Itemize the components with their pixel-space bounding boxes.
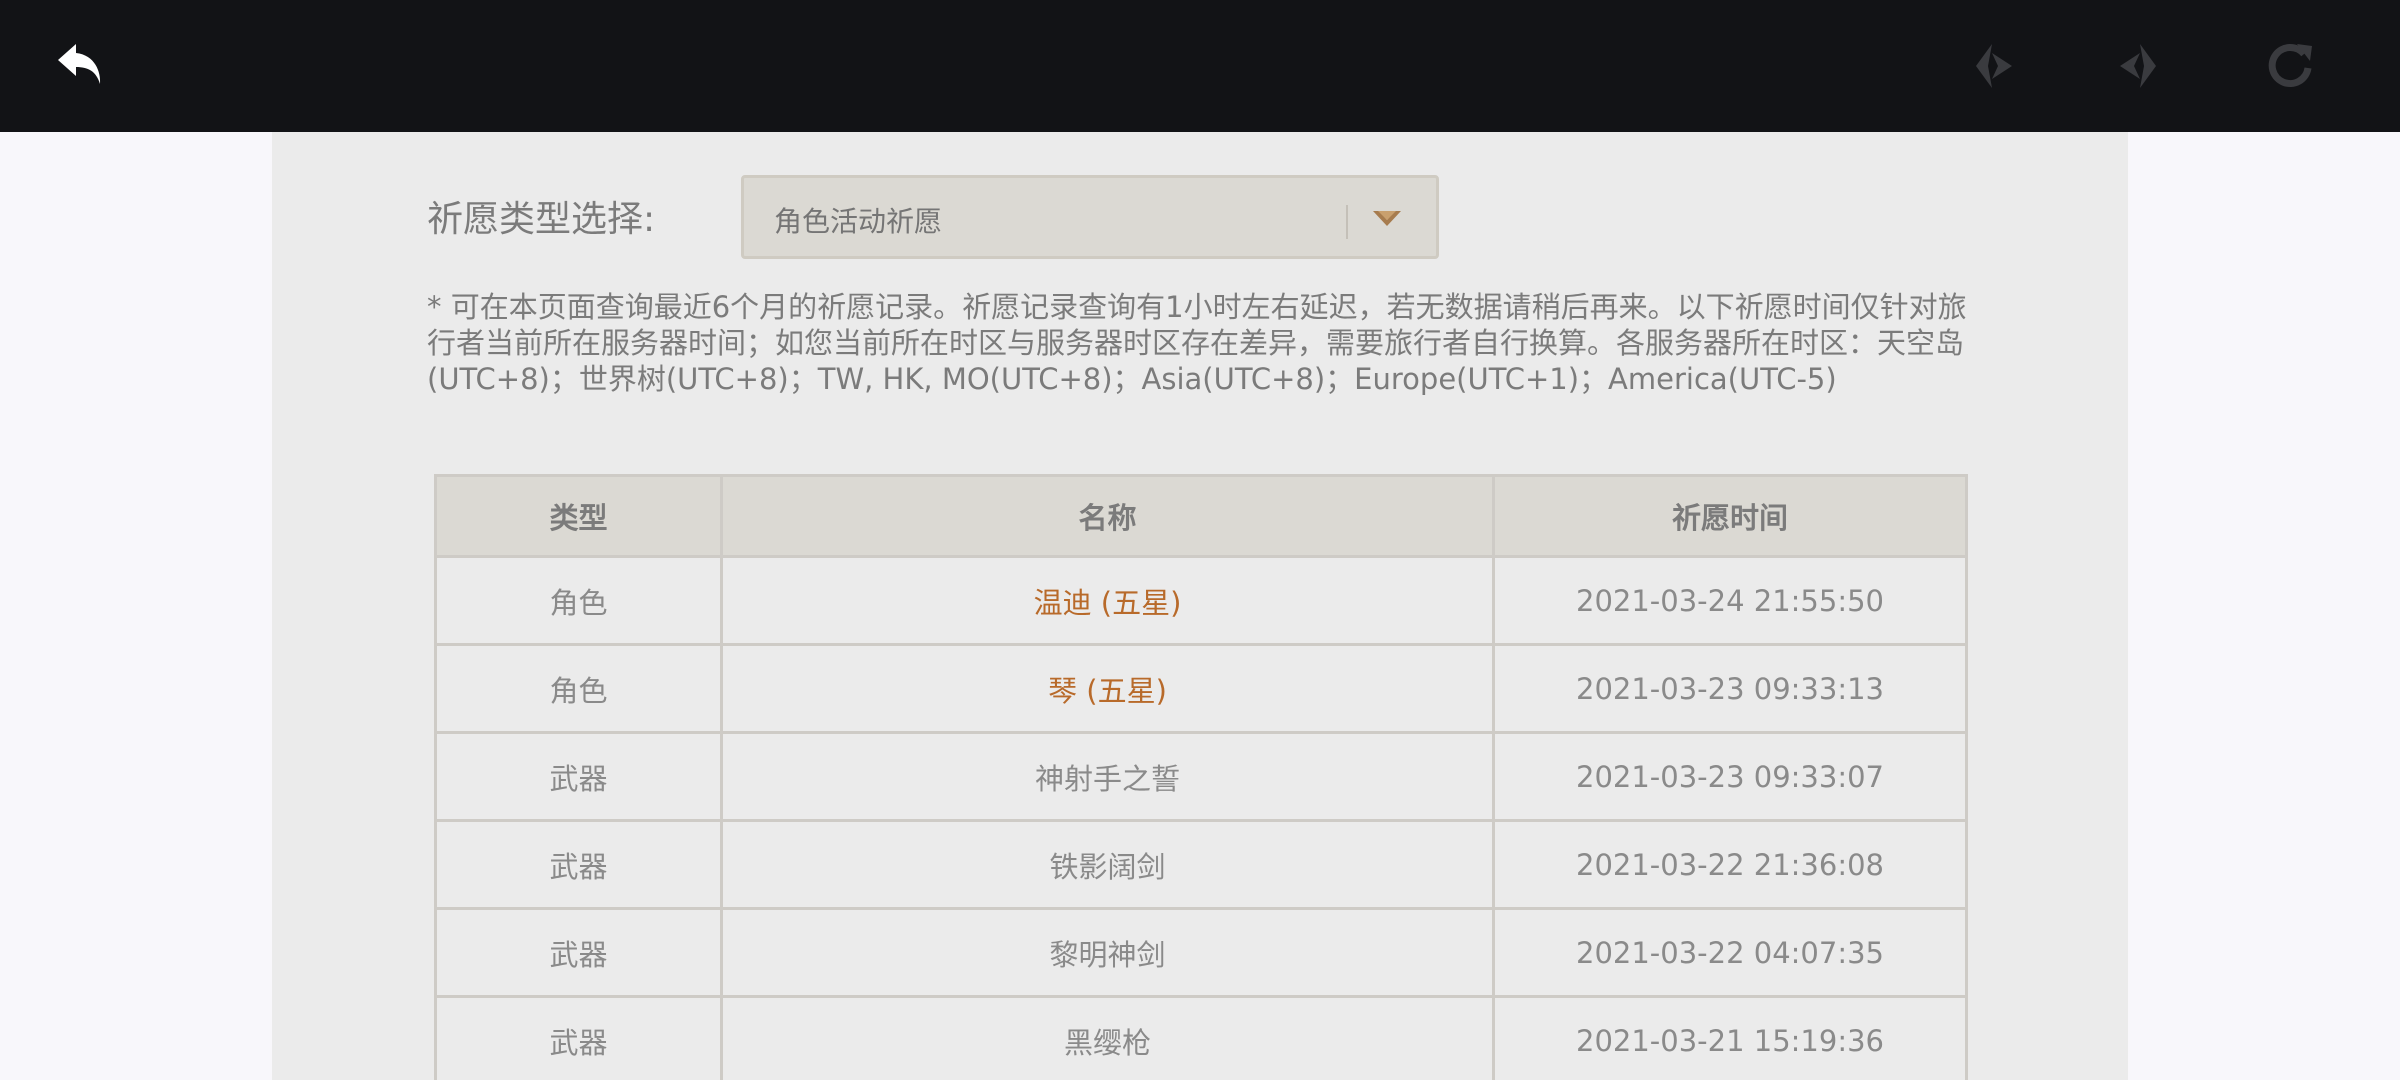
wish-history-table: 类型 名称 祈愿时间 角色 温迪 (五星) 2021-03-24 21:55:5… (434, 474, 1968, 1080)
nav-forward-button[interactable] (2110, 36, 2170, 96)
nav-back-button[interactable] (1962, 36, 2022, 96)
cell-time: 2021-03-22 04:07:35 (1492, 907, 1968, 998)
wish-type-selected-value: 角色活动祈愿 (774, 205, 943, 238)
cell-type: 武器 (434, 731, 723, 822)
select-divider (1346, 205, 1348, 239)
table-row: 角色 琴 (五星) 2021-03-23 09:33:13 (434, 643, 1968, 734)
nav-back-icon (1976, 44, 2012, 88)
header-type: 类型 (434, 474, 723, 558)
refresh-icon (2268, 44, 2312, 87)
cell-time: 2021-03-21 15:19:36 (1492, 995, 1968, 1080)
back-arrow-icon (58, 44, 101, 84)
cell-name: 神射手之誓 (720, 731, 1495, 822)
cell-type: 武器 (434, 819, 723, 910)
table-row: 武器 黎明神剑 2021-03-22 04:07:35 (434, 907, 1968, 998)
back-button[interactable] (52, 36, 112, 96)
cell-time: 2021-03-23 09:33:07 (1492, 731, 1968, 822)
cell-type: 角色 (434, 555, 723, 646)
cell-type: 武器 (434, 907, 723, 998)
cell-name: 琴 (五星) (720, 643, 1495, 734)
table-row: 角色 温迪 (五星) 2021-03-24 21:55:50 (434, 555, 1968, 646)
table-row: 武器 黑缨枪 2021-03-21 15:19:36 (434, 995, 1968, 1080)
table-header-row: 类型 名称 祈愿时间 (434, 474, 1968, 558)
chevron-down-icon (1373, 211, 1401, 226)
cell-time: 2021-03-24 21:55:50 (1492, 555, 1968, 646)
cell-name: 黎明神剑 (720, 907, 1495, 998)
cell-time: 2021-03-23 09:33:13 (1492, 643, 1968, 734)
nav-forward-icon (2120, 44, 2156, 88)
cell-name: 温迪 (五星) (720, 555, 1495, 646)
cell-name: 铁影阔剑 (720, 819, 1495, 910)
cell-time: 2021-03-22 21:36:08 (1492, 819, 1968, 910)
refresh-button[interactable] (2260, 36, 2320, 96)
table-row: 武器 铁影阔剑 2021-03-22 21:36:08 (434, 819, 1968, 910)
table-row: 武器 神射手之誓 2021-03-23 09:33:07 (434, 731, 1968, 822)
wish-type-select[interactable]: 角色活动祈愿 (741, 175, 1439, 259)
header-name: 名称 (720, 474, 1495, 558)
query-notice: * 可在本页面查询最近6个月的祈愿记录。祈愿记录查询有1小时左右延迟，若无数据请… (427, 290, 1967, 396)
cell-type: 武器 (434, 995, 723, 1080)
cell-type: 角色 (434, 643, 723, 734)
wish-type-label: 祈愿类型选择: (427, 199, 656, 240)
header-time: 祈愿时间 (1492, 474, 1968, 558)
cell-name: 黑缨枪 (720, 995, 1495, 1080)
top-bar (0, 0, 2400, 132)
gacha-history-panel: 祈愿类型选择: 角色活动祈愿 * 可在本页面查询最近6个月的祈愿记录。祈愿记录查… (272, 132, 2128, 1080)
